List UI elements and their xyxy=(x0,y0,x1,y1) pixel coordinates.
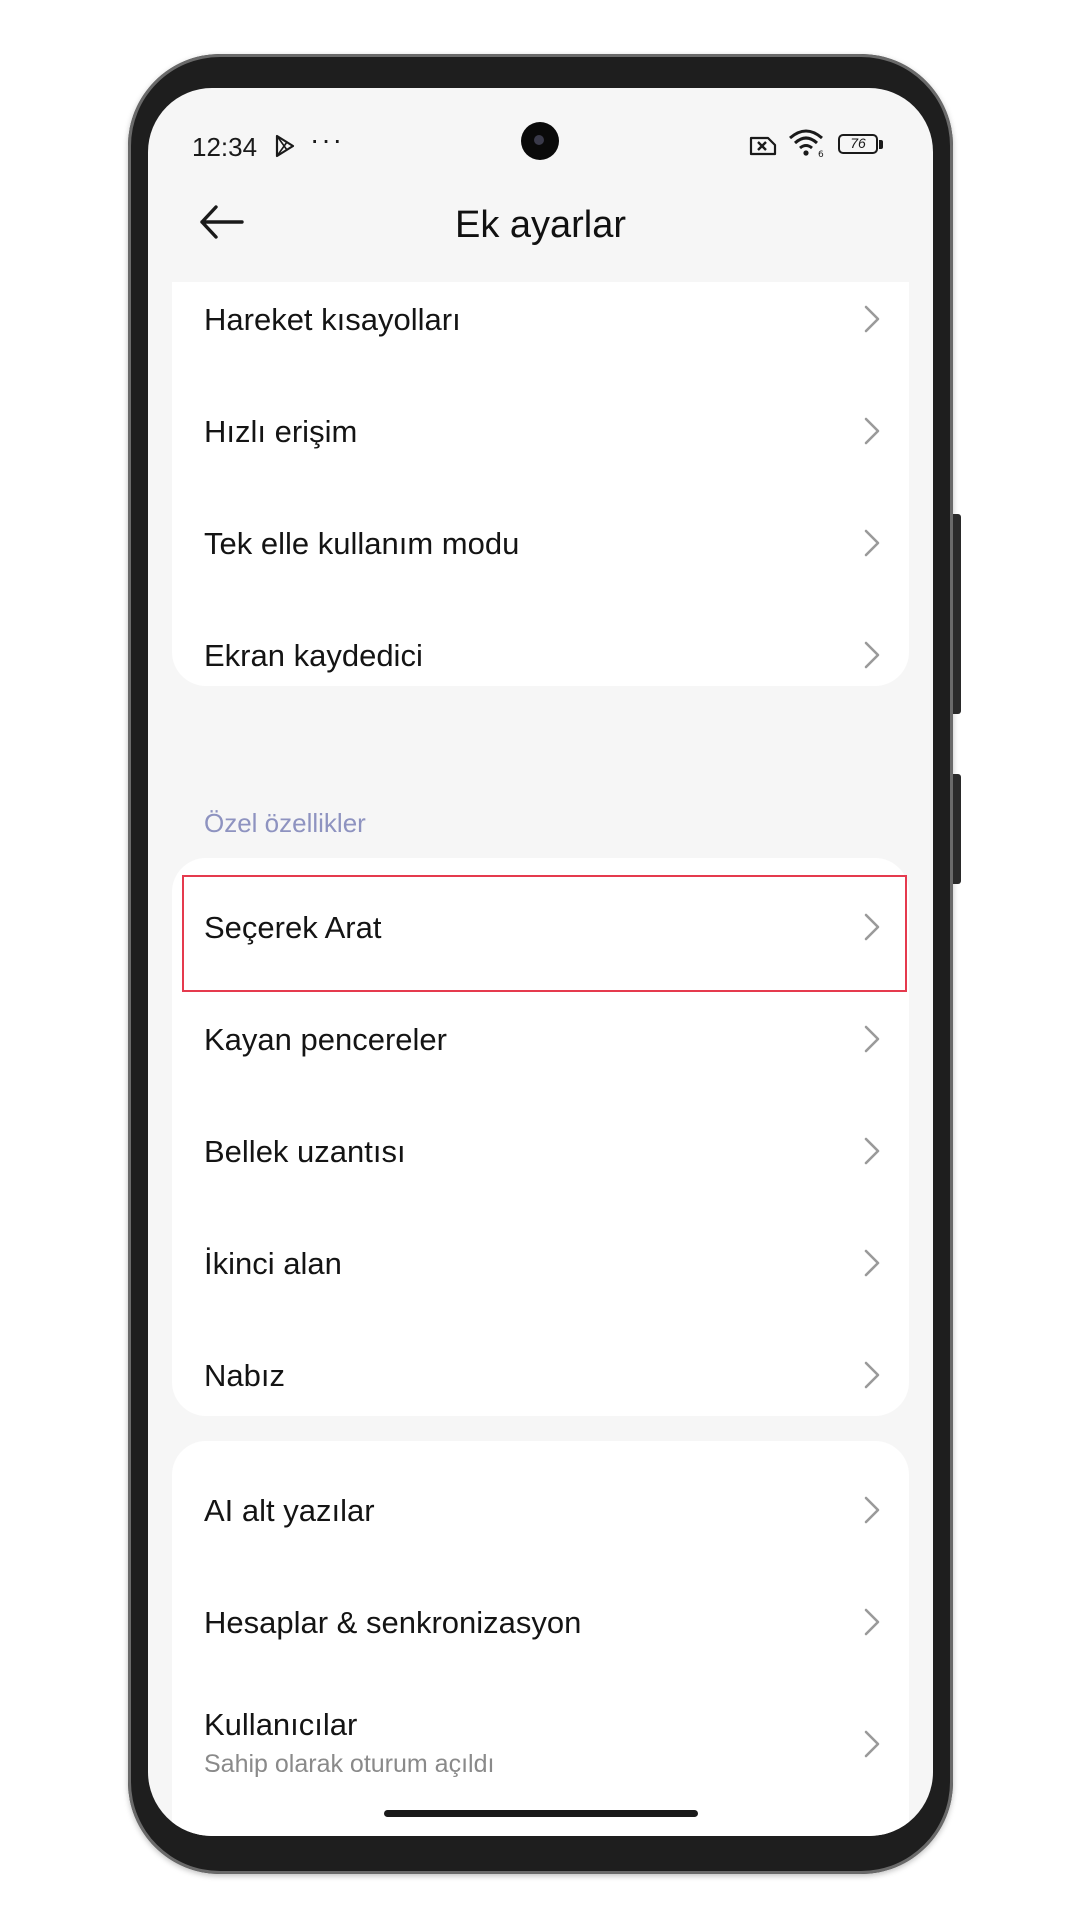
phone-frame: 12:34 ··· 6 76 Ek ayarlar Hareket kısayo… xyxy=(128,54,961,1874)
item-label: İkinci alan xyxy=(204,1246,342,1281)
item-label: Bellek uzantısı xyxy=(204,1134,406,1169)
chevron-right-icon xyxy=(864,1361,880,1389)
page-title: Ek ayarlar xyxy=(454,204,627,246)
highlight-box xyxy=(182,875,907,992)
chevron-right-icon xyxy=(864,1249,880,1277)
settings-list: Hareket kısayolları Hızlı erişim Tek ell… xyxy=(172,88,909,1836)
volume-button xyxy=(953,514,961,714)
chevron-right-icon xyxy=(864,305,880,333)
chevron-right-icon xyxy=(864,1608,880,1636)
list-item-hesaplar-senkronizasyon[interactable]: Hesaplar & senkronizasyon xyxy=(172,1573,909,1685)
item-label: Hareket kısayolları xyxy=(204,302,461,337)
list-item-nabiz[interactable]: Nabız xyxy=(172,1326,909,1438)
app-header: Ek ayarlar xyxy=(148,172,933,282)
chevron-right-icon xyxy=(864,1730,880,1758)
chevron-right-icon xyxy=(864,641,880,669)
chevron-right-icon xyxy=(864,1496,880,1524)
chevron-right-icon xyxy=(864,1137,880,1165)
power-button xyxy=(953,774,961,884)
item-label: AI alt yazılar xyxy=(204,1493,375,1528)
chevron-right-icon xyxy=(864,529,880,557)
list-item-kullanicilar[interactable]: Kullanıcılar Sahip olarak oturum açıldı xyxy=(172,1685,909,1825)
chevron-right-icon xyxy=(864,1025,880,1053)
item-label: Kayan pencereler xyxy=(204,1022,447,1057)
list-item-bellek-uzantisi[interactable]: Bellek uzantısı xyxy=(172,1102,909,1214)
settings-card-accounts: AI alt yazılar Hesaplar & senkronizasyon… xyxy=(172,1441,909,1836)
item-label: Ekran kaydedici xyxy=(204,638,423,673)
section-title-ozel-ozellikler: Özel özellikler xyxy=(204,808,366,838)
item-label: Hızlı erişim xyxy=(204,414,358,449)
list-item-tek-elle-kullanim[interactable]: Tek elle kullanım modu xyxy=(172,494,909,606)
list-item-hizli-erisim[interactable]: Hızlı erişim xyxy=(172,382,909,494)
item-subtitle: Sahip olarak oturum açıldı xyxy=(204,1750,495,1778)
screen: 12:34 ··· 6 76 Ek ayarlar Hareket kısayo… xyxy=(148,88,933,1836)
home-indicator[interactable] xyxy=(384,1810,698,1817)
settings-card-general: Hareket kısayolları Hızlı erişim Tek ell… xyxy=(172,238,909,686)
item-label: Hesaplar & senkronizasyon xyxy=(204,1605,582,1640)
list-item-ai-alt-yazilar[interactable]: AI alt yazılar xyxy=(172,1461,909,1573)
item-label: Nabız xyxy=(204,1358,285,1393)
chevron-right-icon xyxy=(864,417,880,445)
list-item-ikinci-alan[interactable]: İkinci alan xyxy=(172,1214,909,1326)
item-label: Tek elle kullanım modu xyxy=(204,526,520,561)
item-label: Kullanıcılar xyxy=(204,1707,358,1742)
list-item-kayan-pencereler[interactable]: Kayan pencereler xyxy=(172,990,909,1102)
list-item-ekran-kaydedici[interactable]: Ekran kaydedici xyxy=(172,606,909,718)
